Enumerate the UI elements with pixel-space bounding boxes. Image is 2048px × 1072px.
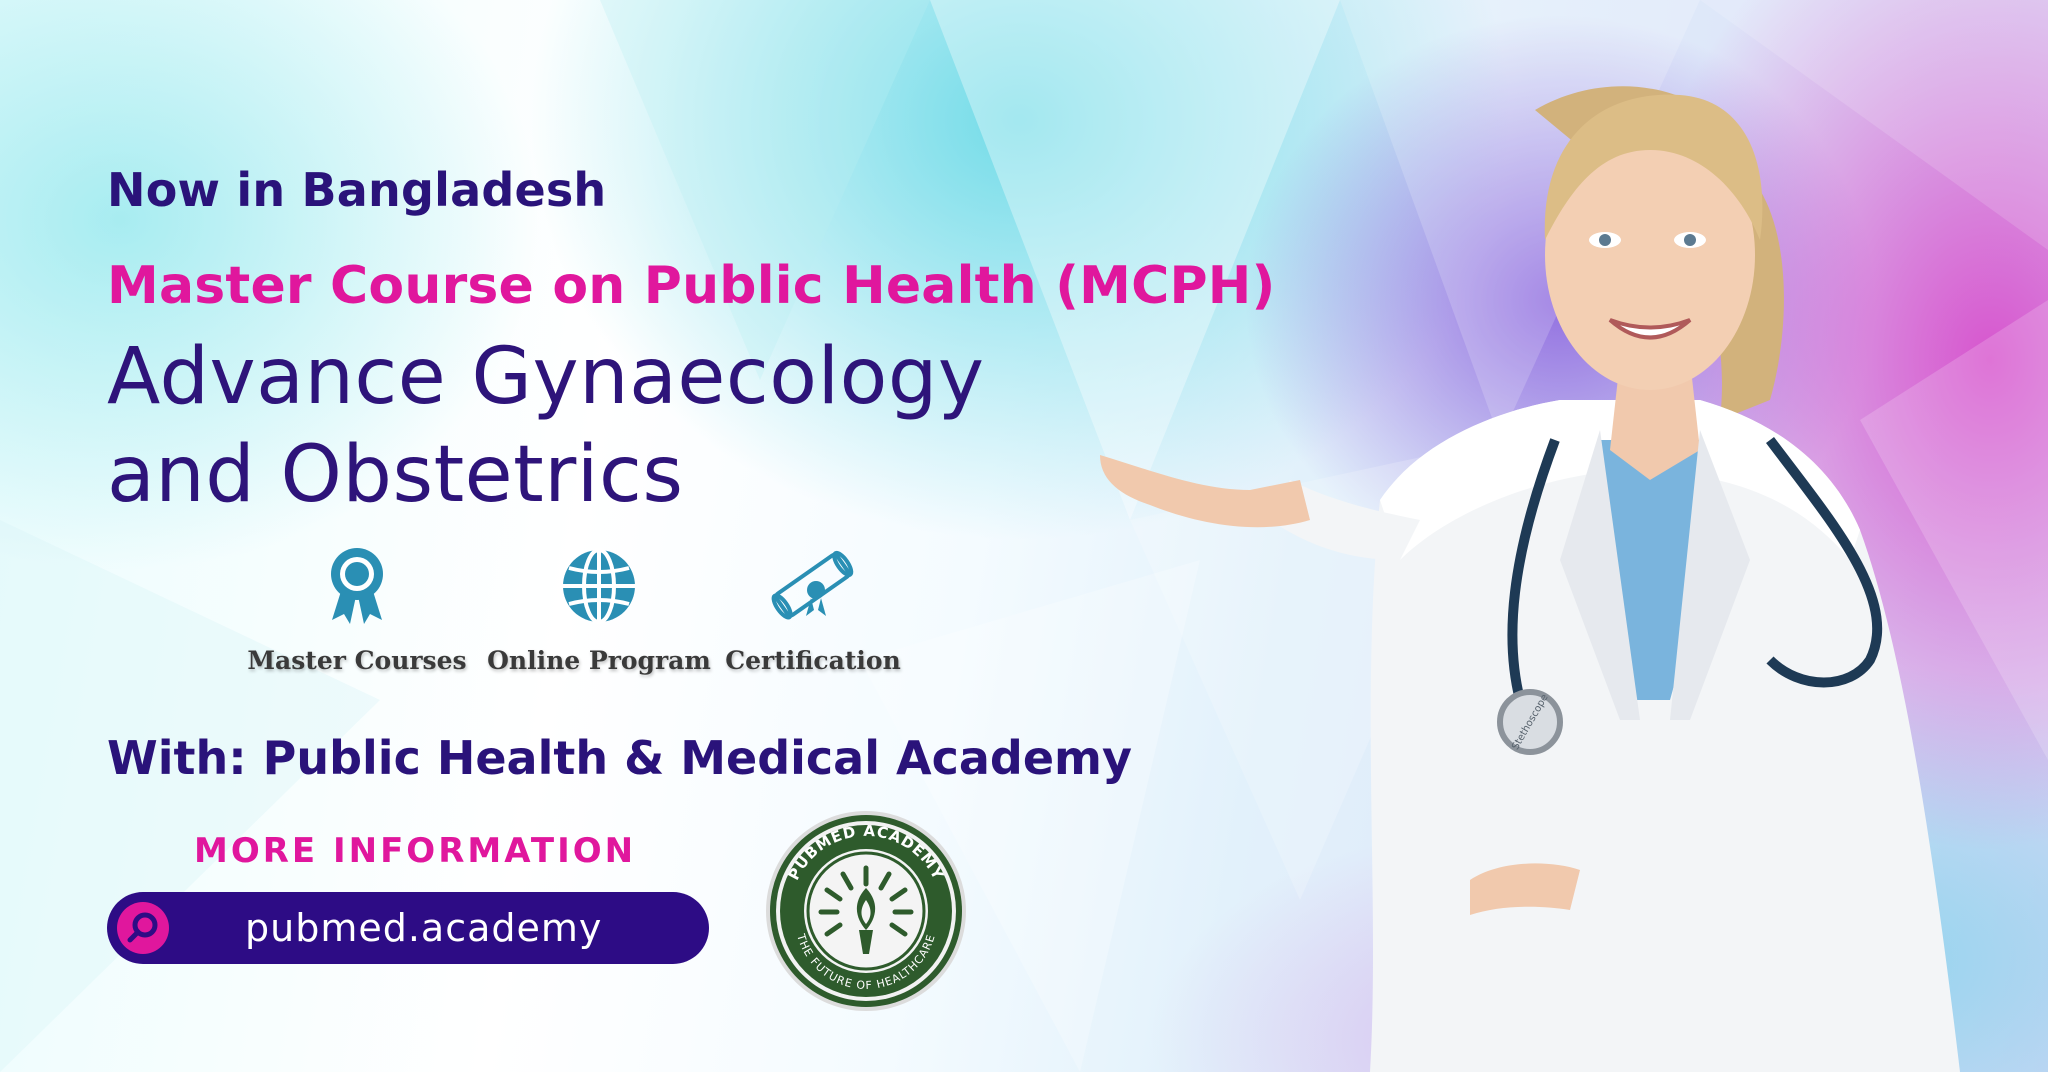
feature-label: Certification [725, 646, 901, 675]
feature-master-courses: Master Courses [242, 546, 472, 675]
program-title-line-1: Advance Gynaecology [107, 332, 985, 422]
feature-label: Master Courses [247, 646, 467, 675]
feature-online-program: Online Program [484, 546, 714, 675]
pubmed-academy-seal: PUBMED ACADEMY THE FUTURE OF HEALTHCARE [766, 811, 966, 1011]
feature-label: Online Program [487, 646, 711, 675]
feature-certification: Certification [698, 546, 928, 675]
diploma-scroll-icon [771, 550, 854, 620]
doctor-photo: Stethoscope [1100, 86, 1960, 1072]
website-link[interactable]: pubmed.academy [107, 892, 709, 964]
website-url: pubmed.academy [245, 906, 603, 950]
promo-banner: Now in Bangladesh Master Course on Publi… [0, 0, 2048, 1072]
search-icon [117, 902, 169, 954]
location-heading: Now in Bangladesh [107, 163, 607, 217]
academy-line: With: Public Health & Medical Academy [107, 731, 1132, 785]
more-information-label: MORE INFORMATION [194, 831, 637, 871]
globe-icon [563, 548, 635, 624]
award-ribbon-icon [331, 548, 383, 624]
program-title-line-2: and Obstetrics [107, 430, 684, 520]
